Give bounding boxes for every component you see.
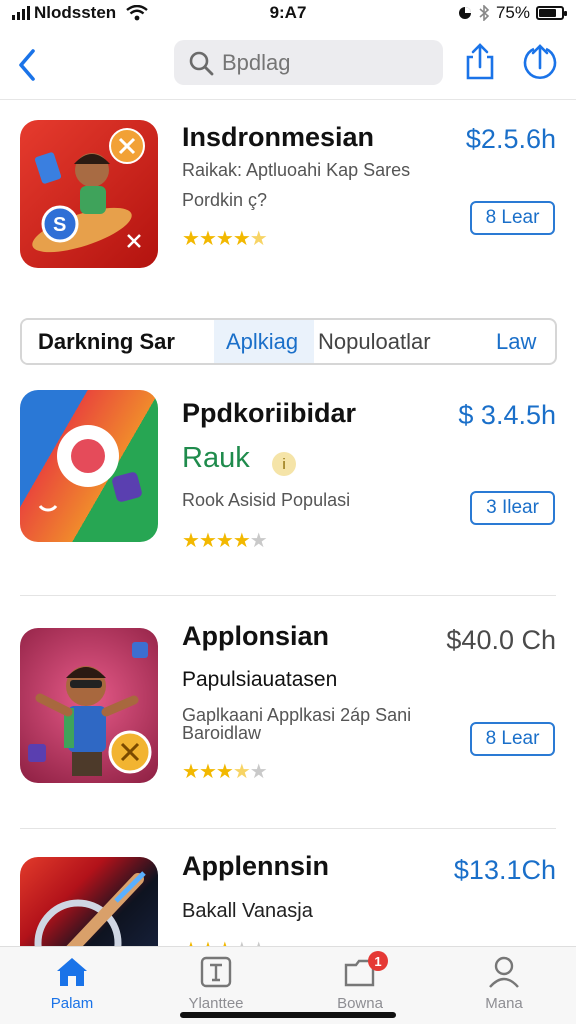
- svg-text:S: S: [53, 214, 66, 236]
- tab-label: Palam: [50, 995, 94, 1012]
- star-icon: ★: [199, 939, 217, 946]
- app-icon[interactable]: S: [20, 120, 158, 268]
- search-icon: [189, 51, 214, 75]
- app-description: Baroidlaw: [182, 723, 262, 743]
- star-icon: ★: [215, 228, 234, 250]
- cell-signal-icon: [12, 6, 30, 20]
- app-name: Ppdkoriibidar: [182, 398, 357, 428]
- battery-icon: [536, 6, 567, 20]
- home-icon: [57, 958, 87, 986]
- app-row[interactable]: Applonsian $40.0 Ch Papulsiauatasen Gapl…: [0, 621, 576, 785]
- carrier-label: Nlodssten: [34, 3, 117, 22]
- back-button[interactable]: [12, 45, 42, 85]
- app-price: $ 3.4.5h: [458, 400, 556, 430]
- app-subtitle: Rauk: [182, 442, 250, 474]
- category-segment: Darkning Sar Aplkiag Nopuloatlar Law: [20, 318, 557, 365]
- battery-percent: 75%: [495, 3, 530, 22]
- status-bar: Nlodssten 9:A7 75%: [0, 0, 576, 26]
- app-description: Rook Asisid Populasi: [182, 490, 351, 510]
- apps-icon: [200, 956, 232, 988]
- star-icon: ★: [232, 530, 251, 552]
- photo-app-icon: [38, 425, 142, 512]
- focus-icon: [458, 7, 471, 19]
- app-icon[interactable]: [20, 857, 158, 946]
- star-rating: ★★★★★: [182, 937, 268, 946]
- chevron-left-icon: [19, 48, 35, 81]
- clock: 9:A7: [269, 3, 307, 22]
- tab-home[interactable]: Palam: [0, 947, 144, 1024]
- app-subtitle: Bakall Vanasja: [182, 900, 313, 922]
- learn-button[interactable]: 8 Lear: [470, 722, 555, 756]
- character-icon: [28, 642, 152, 776]
- star-icon: ★: [250, 939, 268, 946]
- learn-button[interactable]: 8 Lear: [470, 201, 555, 235]
- tab-aplkiag[interactable]: Aplkiag: [214, 320, 314, 363]
- add-button[interactable]: [520, 42, 560, 82]
- search-input[interactable]: [222, 49, 422, 76]
- tab-label: Ylanttee: [188, 995, 244, 1012]
- tab-account[interactable]: Mana: [432, 947, 576, 1024]
- star-icon: ★: [249, 228, 268, 250]
- star-icon: ★: [216, 939, 234, 946]
- star-rating: ★★★★★: [182, 226, 268, 251]
- account-icon: [489, 956, 519, 988]
- app-row[interactable]: Applennsin $13.1Ch Bakall Vanasja ★★★★★: [0, 855, 576, 946]
- share-icon: [466, 43, 494, 80]
- star-icon: ★: [215, 761, 234, 783]
- app-price: $13.1Ch: [453, 855, 556, 885]
- star-icon: ★: [182, 228, 200, 250]
- app-description: Raikak: Aptluoahi Kap Sares: [182, 160, 411, 180]
- rocket-app-icon: [34, 871, 146, 946]
- star-icon: ★: [182, 761, 200, 783]
- star-icon: ★: [249, 761, 268, 783]
- star-icon: ★: [198, 761, 217, 783]
- home-indicator: [180, 1012, 396, 1018]
- star-icon: ★: [182, 530, 200, 552]
- app-name: Applennsin: [182, 855, 329, 881]
- app-description: Pordkin ç?: [182, 190, 268, 210]
- notification-badge: 1: [368, 951, 388, 971]
- learn-button[interactable]: 3 Ilear: [470, 491, 555, 525]
- search-field[interactable]: [174, 40, 443, 85]
- app-name: Insdronmesian: [182, 122, 375, 152]
- divider: [20, 595, 556, 596]
- divider: [20, 828, 556, 829]
- star-icon: ★: [232, 228, 251, 250]
- tab-label: Mana: [485, 995, 523, 1012]
- star-icon: ★: [232, 761, 251, 783]
- star-icon: ★: [198, 530, 217, 552]
- nav-bar: [0, 30, 576, 100]
- app-icon[interactable]: [20, 390, 158, 542]
- app-row[interactable]: Ppdkoriibidar $ 3.4.5h Rauk i Rook Asisi…: [0, 390, 576, 553]
- tab-darkning-sar[interactable]: Darkning Sar: [22, 320, 214, 363]
- tab-nopuloatlar[interactable]: Nopuloatlar: [314, 320, 474, 363]
- app-row[interactable]: S Insdronmesian $2.5.6h Raikak: Aptluoah…: [0, 120, 576, 290]
- bluetooth-icon: [479, 5, 490, 21]
- game-character-icon: S: [32, 128, 145, 253]
- star-icon: ★: [215, 530, 234, 552]
- star-rating: ★★★★★: [182, 759, 268, 784]
- star-icon: ★: [233, 939, 251, 946]
- app-name: Applonsian: [182, 621, 329, 651]
- share-button[interactable]: [462, 42, 498, 82]
- wifi-icon: [126, 5, 148, 21]
- app-price: $2.5.6h: [465, 124, 556, 154]
- app-subtitle: Papulsiauatasen: [182, 668, 338, 691]
- app-price: $40.0 Ch: [446, 625, 556, 655]
- info-icon: i: [272, 452, 296, 476]
- tab-label: Bowna: [337, 995, 383, 1012]
- star-icon: ★: [182, 939, 200, 946]
- star-rating: ★★★★★: [182, 528, 268, 553]
- plus-circle-icon: [523, 44, 557, 80]
- star-icon: ★: [249, 530, 268, 552]
- star-icon: ★: [198, 228, 217, 250]
- tab-law[interactable]: Law: [474, 320, 555, 363]
- app-icon[interactable]: [20, 628, 158, 783]
